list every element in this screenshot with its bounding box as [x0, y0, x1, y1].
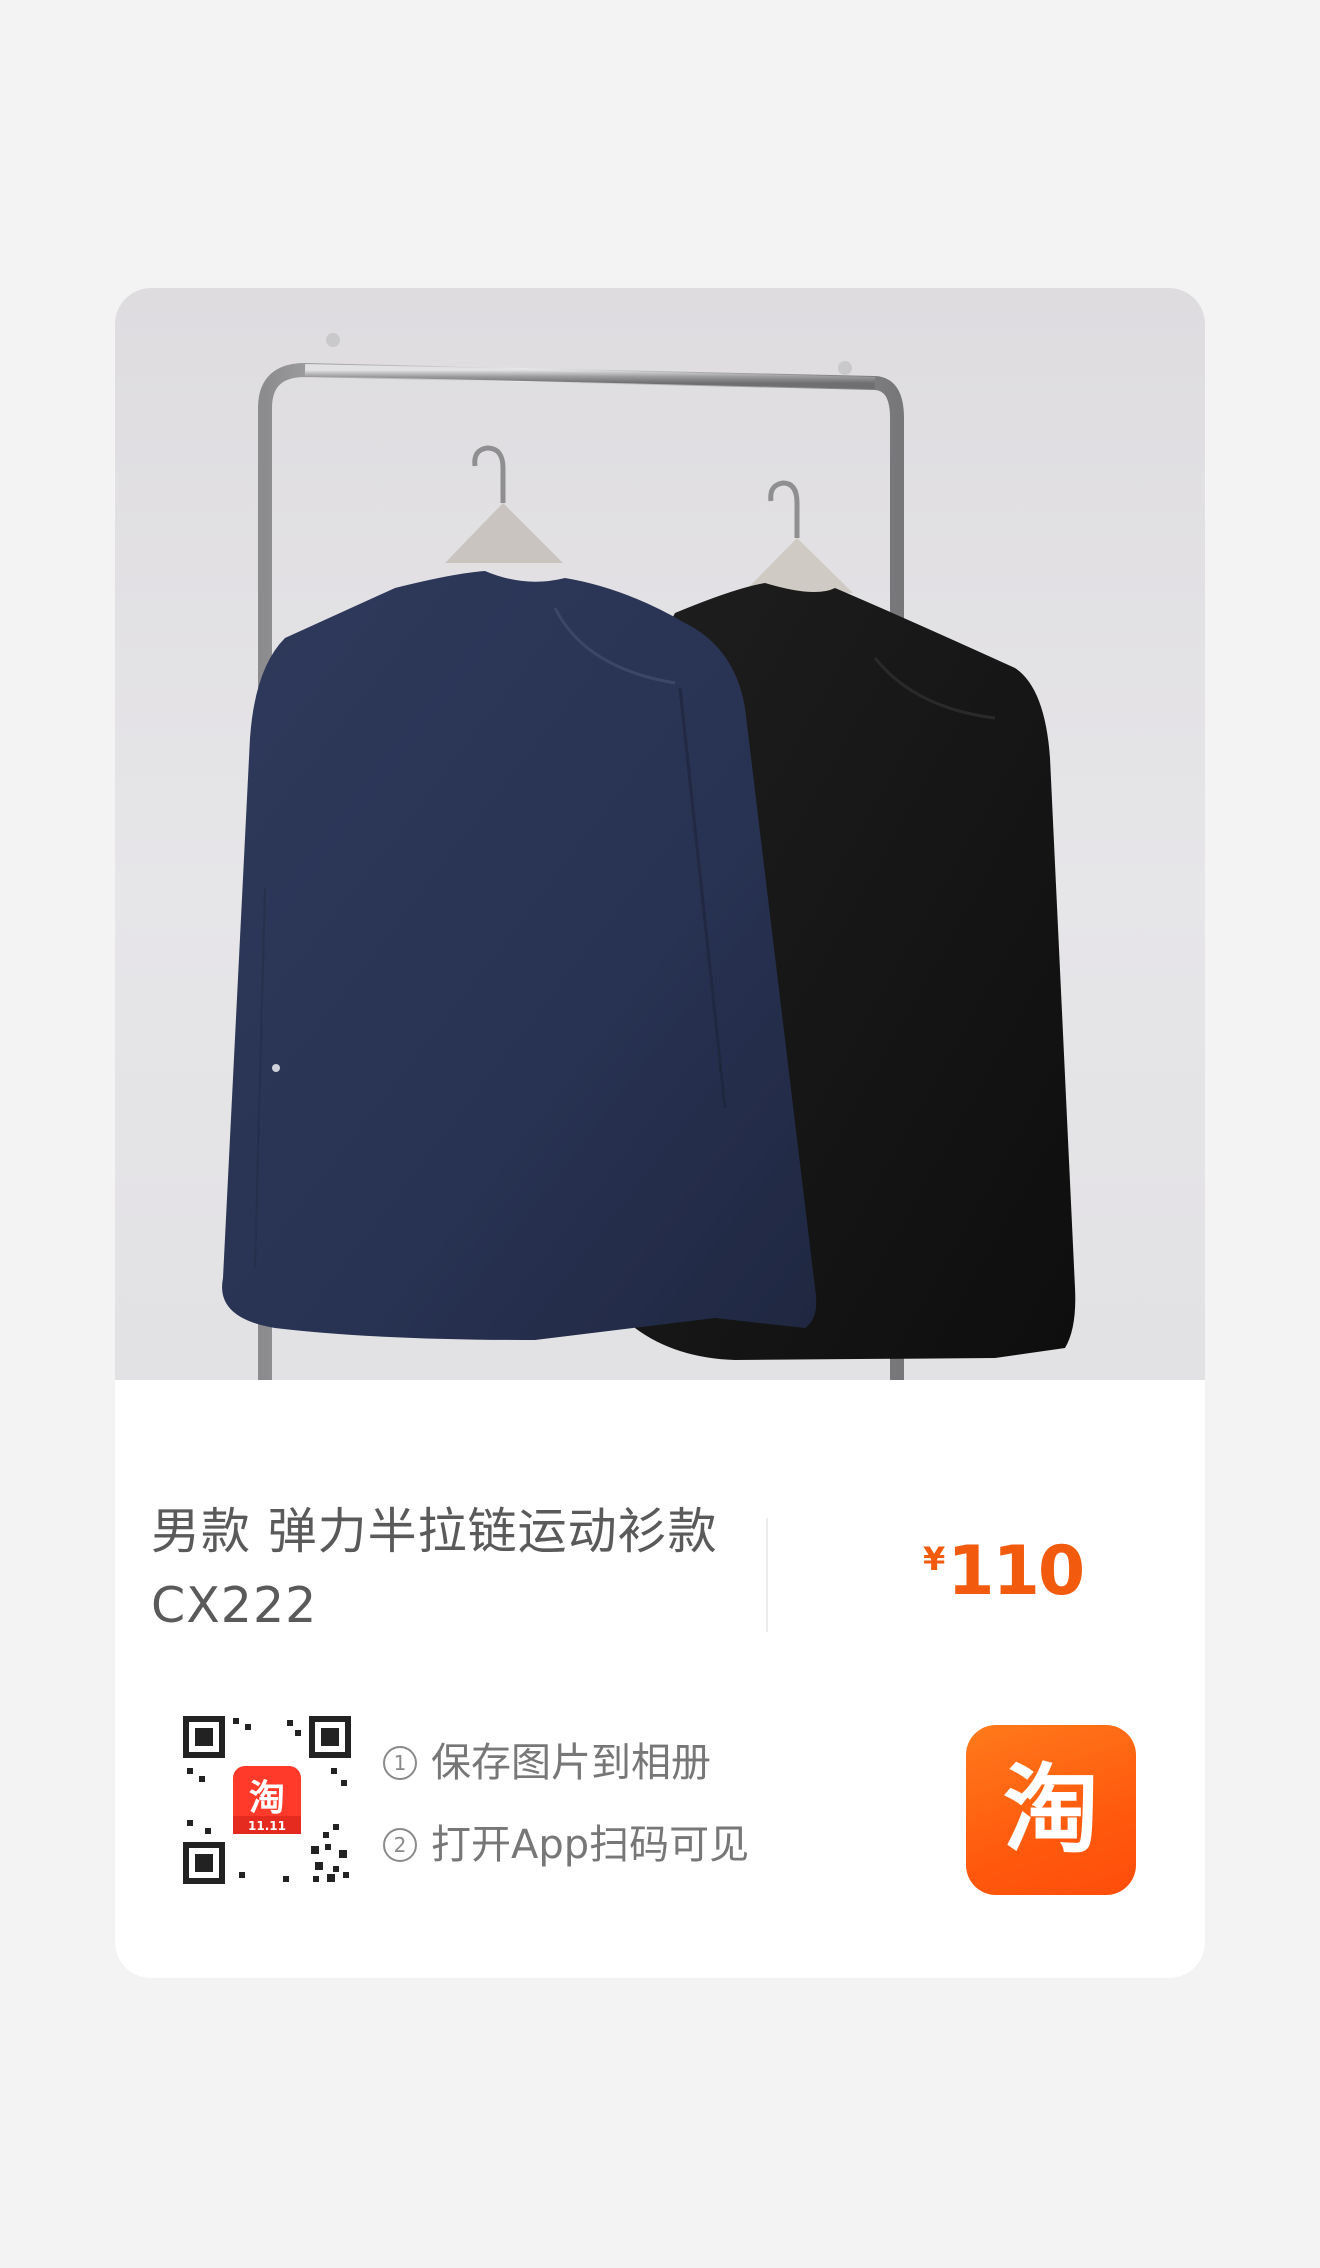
product-price: ¥110 — [923, 1532, 1085, 1611]
qr-code-graphic: 淘 11.11 — [183, 1716, 351, 1884]
price-currency: ¥ — [923, 1540, 946, 1578]
step-2-text: 打开App扫码可见 — [431, 1822, 750, 1868]
title-price-divider — [766, 1518, 768, 1632]
share-step-2: 2 打开App扫码可见 — [383, 1812, 749, 1870]
product-title: 男款 弹力半拉链运动衫款 CX222 — [151, 1495, 751, 1643]
price-value: 110 — [947, 1532, 1085, 1611]
product-photo-illustration — [222, 333, 1076, 1380]
step-2-number: 2 — [383, 1828, 417, 1862]
taobao-logo-icon[interactable]: 淘 — [966, 1725, 1136, 1895]
qr-badge-glyph: 淘 — [249, 1778, 285, 1819]
product-info: 男款 弹力半拉链运动衫款 CX222 ¥110 淘 11.11 1 保存图片到相… — [115, 1380, 1205, 1978]
product-photo — [115, 288, 1205, 1380]
qr-code-icon[interactable]: 淘 11.11 — [183, 1716, 351, 1884]
product-title-line1: 男款 弹力半拉链运动衫款 — [151, 1503, 718, 1560]
share-step-1: 1 保存图片到相册 — [383, 1730, 711, 1788]
taobao-logo-graphic: 淘 — [1003, 1754, 1099, 1866]
product-share-card: 男款 弹力半拉链运动衫款 CX222 ¥110 淘 11.11 1 保存图片到相… — [115, 288, 1205, 1978]
product-title-line2: CX222 — [151, 1577, 318, 1634]
step-1-text: 保存图片到相册 — [431, 1740, 711, 1786]
step-1-number: 1 — [383, 1746, 417, 1780]
taobao-logo-glyph: 淘 — [1003, 1754, 1099, 1866]
qr-badge-label: 11.11 — [248, 1819, 286, 1833]
